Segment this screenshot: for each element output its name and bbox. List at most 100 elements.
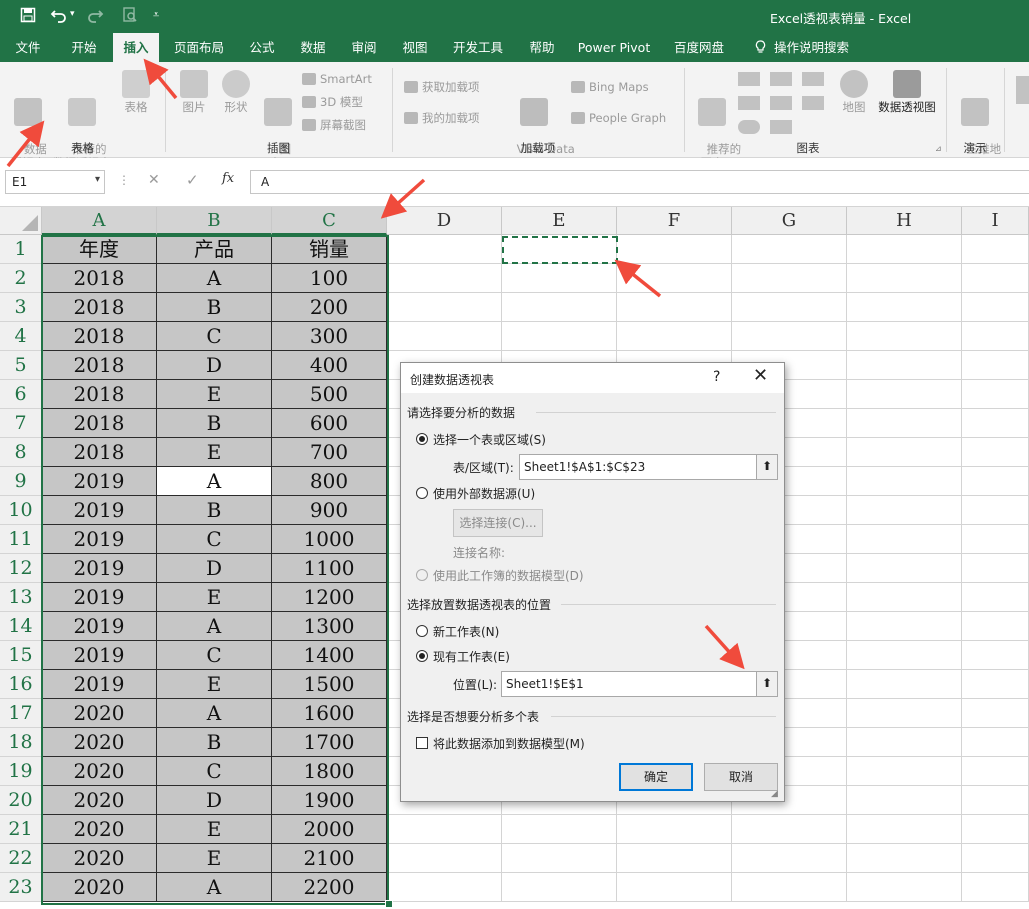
- cell-i19[interactable]: [962, 757, 1029, 786]
- row-header-22[interactable]: 22: [0, 844, 42, 873]
- row-header-23[interactable]: 23: [0, 873, 42, 902]
- cell-b8[interactable]: E: [157, 438, 272, 467]
- scatter-chart-icon[interactable]: [770, 120, 792, 134]
- redo-icon[interactable]: [86, 7, 104, 27]
- cell-b17[interactable]: A: [157, 699, 272, 728]
- column-chart-icon[interactable]: [738, 72, 760, 86]
- cell-h16[interactable]: [847, 670, 962, 699]
- cancel-icon[interactable]: ✕: [148, 172, 160, 188]
- undo-dropdown-icon[interactable]: ▾: [70, 9, 75, 19]
- cell-a19[interactable]: 2020: [42, 757, 157, 786]
- cell-i14[interactable]: [962, 612, 1029, 641]
- cell-c3[interactable]: 200: [272, 293, 387, 322]
- cell-h14[interactable]: [847, 612, 962, 641]
- cell-a9[interactable]: 2019: [42, 467, 157, 496]
- insert-function-icon[interactable]: fx: [222, 171, 234, 186]
- cell-d1[interactable]: [387, 235, 502, 264]
- smartart-button[interactable]: SmartArt: [302, 72, 372, 86]
- name-box[interactable]: E1 ▾: [5, 170, 105, 194]
- tab-power-pivot[interactable]: Power Pivot: [575, 33, 653, 62]
- pie-chart-icon[interactable]: [738, 120, 760, 134]
- cell-h8[interactable]: [847, 438, 962, 467]
- cell-c15[interactable]: 1400: [272, 641, 387, 670]
- cell-h18[interactable]: [847, 728, 962, 757]
- radio-new-worksheet[interactable]: [416, 625, 428, 637]
- cell-a10[interactable]: 2019: [42, 496, 157, 525]
- location-input[interactable]: Sheet1!$E$1 ⬆: [501, 671, 778, 697]
- column-header-g[interactable]: G: [732, 207, 847, 235]
- map-chart-button[interactable]: 地图: [838, 70, 870, 114]
- people-graph-button[interactable]: People Graph: [571, 111, 666, 125]
- cell-h23[interactable]: [847, 873, 962, 902]
- statistic-chart-icon[interactable]: [770, 96, 792, 110]
- cell-c5[interactable]: 400: [272, 351, 387, 380]
- cell-c10[interactable]: 900: [272, 496, 387, 525]
- row-header-6[interactable]: 6: [0, 380, 42, 409]
- column-header-b[interactable]: B: [157, 207, 272, 235]
- save-icon[interactable]: [20, 7, 36, 27]
- cell-b11[interactable]: C: [157, 525, 272, 554]
- cell-c21[interactable]: 2000: [272, 815, 387, 844]
- bing-maps-button[interactable]: Bing Maps: [571, 80, 649, 94]
- cell-b4[interactable]: C: [157, 322, 272, 351]
- table-button[interactable]: 表格: [116, 70, 156, 114]
- cell-h2[interactable]: [847, 264, 962, 293]
- column-header-c[interactable]: C: [272, 207, 387, 235]
- row-header-8[interactable]: 8: [0, 438, 42, 467]
- undo-icon[interactable]: [50, 7, 68, 27]
- tab-help[interactable]: 帮助: [520, 33, 564, 62]
- cell-i23[interactable]: [962, 873, 1029, 902]
- cell-i10[interactable]: [962, 496, 1029, 525]
- my-addins-button[interactable]: 我的加载项: [404, 111, 480, 125]
- sparkline-icon[interactable]: [1016, 76, 1029, 104]
- screenshot-button[interactable]: 屏幕截图: [302, 118, 366, 132]
- cell-h7[interactable]: [847, 409, 962, 438]
- cell-e2[interactable]: [502, 264, 617, 293]
- cell-g4[interactable]: [732, 322, 847, 351]
- cell-b3[interactable]: B: [157, 293, 272, 322]
- cell-b20[interactable]: D: [157, 786, 272, 815]
- cell-b12[interactable]: D: [157, 554, 272, 583]
- tab-insert[interactable]: 插入: [113, 33, 159, 62]
- cell-h22[interactable]: [847, 844, 962, 873]
- cell-g2[interactable]: [732, 264, 847, 293]
- cell-a3[interactable]: 2018: [42, 293, 157, 322]
- cell-a5[interactable]: 2018: [42, 351, 157, 380]
- cell-g21[interactable]: [732, 815, 847, 844]
- cell-a12[interactable]: 2019: [42, 554, 157, 583]
- cell-b23[interactable]: A: [157, 873, 272, 902]
- cell-a18[interactable]: 2020: [42, 728, 157, 757]
- cell-b21[interactable]: E: [157, 815, 272, 844]
- row-header-18[interactable]: 18: [0, 728, 42, 757]
- cell-b16[interactable]: E: [157, 670, 272, 699]
- cell-i3[interactable]: [962, 293, 1029, 322]
- cell-d22[interactable]: [387, 844, 502, 873]
- cell-d23[interactable]: [387, 873, 502, 902]
- cell-h10[interactable]: [847, 496, 962, 525]
- tab-review[interactable]: 审阅: [342, 33, 386, 62]
- cell-c22[interactable]: 2100: [272, 844, 387, 873]
- cell-i5[interactable]: [962, 351, 1029, 380]
- cell-i8[interactable]: [962, 438, 1029, 467]
- cell-c1[interactable]: 销量: [272, 235, 387, 264]
- collapse-dialog-icon[interactable]: ⬆: [756, 672, 777, 696]
- cell-a6[interactable]: 2018: [42, 380, 157, 409]
- charts-dialog-launcher-icon[interactable]: ⊿: [935, 144, 942, 153]
- line-chart-icon[interactable]: [738, 96, 760, 110]
- fill-handle[interactable]: [385, 900, 393, 908]
- cell-b1[interactable]: 产品: [157, 235, 272, 264]
- cell-f3[interactable]: [617, 293, 732, 322]
- cell-a17[interactable]: 2020: [42, 699, 157, 728]
- row-header-17[interactable]: 17: [0, 699, 42, 728]
- tab-developer[interactable]: 开发工具: [447, 33, 509, 62]
- tab-data[interactable]: 数据: [291, 33, 335, 62]
- column-header-i[interactable]: I: [962, 207, 1029, 235]
- cell-i9[interactable]: [962, 467, 1029, 496]
- cell-g22[interactable]: [732, 844, 847, 873]
- cell-i21[interactable]: [962, 815, 1029, 844]
- help-icon[interactable]: ?: [713, 369, 720, 385]
- cell-c12[interactable]: 1100: [272, 554, 387, 583]
- close-icon[interactable]: ✕: [753, 366, 768, 386]
- cell-h17[interactable]: [847, 699, 962, 728]
- resize-grip-icon[interactable]: ◢: [771, 789, 778, 799]
